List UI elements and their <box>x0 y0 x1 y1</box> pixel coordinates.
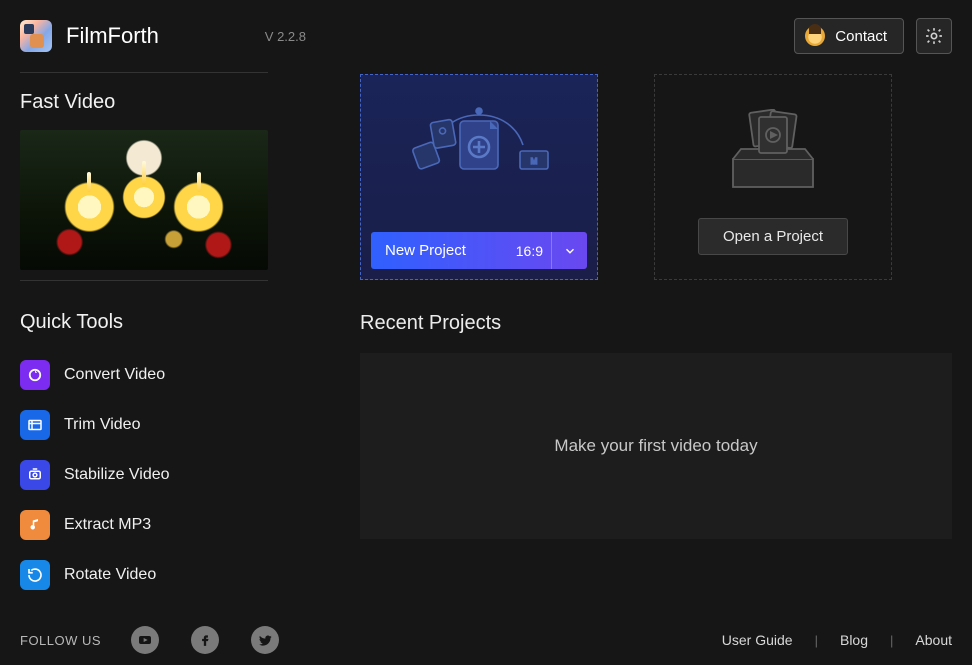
trim-icon <box>20 410 50 440</box>
app-version: V 2.2.8 <box>265 29 306 44</box>
chevron-down-icon <box>563 244 577 258</box>
tool-label: Stabilize Video <box>64 466 170 484</box>
open-project-label: Open a Project <box>723 228 823 245</box>
main-area: M <box>268 66 952 611</box>
stabilize-icon <box>20 460 50 490</box>
new-project-button[interactable]: New Project 16:9 <box>371 232 587 269</box>
music-icon <box>20 510 50 540</box>
new-project-label: New Project <box>371 242 466 259</box>
tool-label: Extract MP3 <box>64 516 151 534</box>
quick-tools-title: Quick Tools <box>20 311 268 334</box>
tool-label: Trim Video <box>64 416 140 434</box>
tool-extract-mp3[interactable]: Extract MP3 <box>20 500 268 550</box>
fast-video-title: Fast Video <box>20 91 268 114</box>
open-project-button[interactable]: Open a Project <box>698 218 848 255</box>
separator: | <box>890 633 893 648</box>
tool-label: Rotate Video <box>64 566 156 584</box>
svg-text:M: M <box>531 157 538 166</box>
footer-link-about[interactable]: About <box>915 632 952 648</box>
facebook-icon <box>198 633 212 647</box>
tool-convert-video[interactable]: Convert Video <box>20 350 268 400</box>
open-project-art <box>655 89 891 219</box>
contact-label: Contact <box>835 28 887 45</box>
youtube-link[interactable] <box>131 626 159 654</box>
twitter-icon <box>258 633 273 648</box>
tool-rotate-video[interactable]: Rotate Video <box>20 550 268 600</box>
tool-stabilize-video[interactable]: Stabilize Video <box>20 450 268 500</box>
new-project-art: M <box>361 89 597 219</box>
rotate-icon <box>20 560 50 590</box>
app-logo <box>20 20 52 52</box>
sidebar: Fast Video Quick Tools Convert Video Tri… <box>20 66 268 611</box>
app-name: FilmForth <box>66 23 159 49</box>
contact-button[interactable]: Contact <box>794 18 904 54</box>
convert-icon <box>20 360 50 390</box>
tool-label: Convert Video <box>64 366 165 384</box>
recent-projects-empty: Make your first video today <box>360 353 952 539</box>
aspect-ratio-dropdown[interactable] <box>551 232 587 269</box>
follow-us-label: FOLLOW US <box>20 633 101 648</box>
open-project-card: Open a Project <box>654 74 892 280</box>
facebook-link[interactable] <box>191 626 219 654</box>
header: FilmForth V 2.2.8 Contact <box>0 0 972 66</box>
twitter-link[interactable] <box>251 626 279 654</box>
gear-icon <box>924 26 944 46</box>
recent-projects-title: Recent Projects <box>360 312 952 335</box>
aspect-ratio: 16:9 <box>516 243 551 259</box>
footer-link-blog[interactable]: Blog <box>840 632 868 648</box>
recent-empty-text: Make your first video today <box>554 436 757 456</box>
tool-trim-video[interactable]: Trim Video <box>20 400 268 450</box>
fast-video-thumbnail[interactable] <box>20 130 268 270</box>
divider <box>20 72 268 73</box>
person-icon <box>805 26 825 46</box>
settings-button[interactable] <box>916 18 952 54</box>
separator: | <box>815 633 818 648</box>
footer: FOLLOW US User Guide | Blog | About <box>0 615 972 665</box>
footer-link-user-guide[interactable]: User Guide <box>722 632 793 648</box>
divider <box>20 280 268 281</box>
new-project-card: M <box>360 74 598 280</box>
youtube-icon <box>137 632 153 648</box>
